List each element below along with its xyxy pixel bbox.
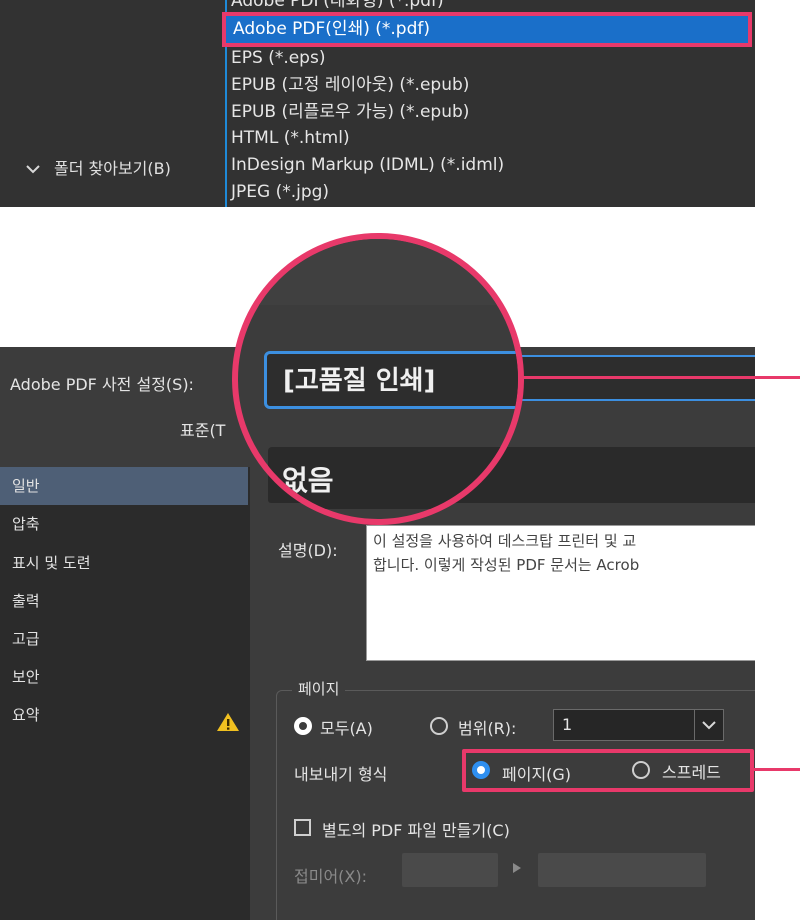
file-type-selected-label: Adobe PDF(인쇄) (*.pdf) (233, 19, 430, 39)
description-label: 설명(D): (278, 541, 338, 560)
suffix-field (402, 853, 498, 887)
description-line-2: 합니다. 이렇게 작성된 PDF 문서는 Acrob (373, 556, 640, 574)
settings-sidebar: 일반 압축 표시 및 도련 출력 고급 보안 요약 (0, 467, 250, 920)
radio-page-range[interactable] (430, 717, 448, 735)
all-pages-label: 모두(A) (320, 719, 373, 738)
description-line-1: 이 설정을 사용하여 데스크탑 프린터 및 교 (373, 532, 637, 550)
sidebar-item-summary[interactable]: 요약 (0, 696, 248, 734)
page-range-value: 1 (562, 715, 573, 734)
suffix-value-field (538, 853, 706, 887)
chevron-down-icon (702, 721, 716, 730)
file-type-item-html[interactable]: HTML (*.html) (231, 125, 350, 152)
sidebar-item-advanced[interactable]: 고급 (0, 620, 248, 658)
sidebar-item-general[interactable]: 일반 (0, 467, 248, 505)
separate-pdf-label: 별도의 PDF 파일 만들기(C) (322, 821, 510, 840)
page-range-label: 범위(R): (458, 719, 517, 738)
sidebar-item-output[interactable]: 출력 (0, 582, 248, 620)
radio-all-pages[interactable] (294, 717, 312, 735)
magnifier-circle: [고품질 인쇄] 없음 (232, 233, 524, 525)
sidebar-item-compression[interactable]: 압축 (0, 505, 248, 543)
page-range-dropdown-button[interactable] (694, 709, 724, 741)
magnified-standard-dropdown: 없음 (268, 447, 518, 509)
file-type-panel: Adobe PDF(대화형) (*.pdf) Adobe PDF(인쇄) (*.… (0, 0, 755, 207)
chevron-down-icon (26, 159, 42, 178)
export-format-label: 내보내기 형식 (294, 765, 388, 784)
file-type-item-idml[interactable]: InDesign Markup (IDML) (*.idml) (231, 152, 504, 179)
standard-label: 표준(T (180, 421, 226, 440)
preset-label: Adobe PDF 사전 설정(S): (10, 375, 194, 394)
browse-folders-label: 폴더 찾아보기(B) (54, 159, 171, 178)
file-type-item-epub-fixed[interactable]: EPUB (고정 레이아웃) (*.epub) (231, 72, 469, 99)
warning-icon (216, 708, 240, 746)
callout-line-preset (520, 376, 800, 379)
magnified-preset-dropdown: [고품질 인쇄] (264, 351, 518, 409)
format-pages-label: 페이지(G) (502, 765, 572, 784)
description-textarea[interactable]: 이 설정을 사용하여 데스크탑 프린터 및 교 합니다. 이렇게 작성된 PDF… (366, 525, 755, 661)
sidebar-item-marks-bleeds[interactable]: 표시 및 도련 (0, 544, 248, 582)
sidebar-item-security[interactable]: 보안 (0, 658, 248, 696)
play-arrow-icon (512, 859, 522, 878)
radio-format-pages[interactable] (472, 761, 490, 779)
magnifier-top-area (238, 239, 518, 305)
page-range-input[interactable]: 1 (553, 709, 695, 741)
magnified-preset-value: [고품질 인쇄] (283, 366, 436, 396)
file-type-item-pdf-print-selected[interactable]: Adobe PDF(인쇄) (*.pdf) (222, 12, 752, 47)
file-type-item-jpeg[interactable]: JPEG (*.jpg) (231, 179, 329, 206)
suffix-label: 접미어(X): (294, 867, 367, 886)
separate-pdf-checkbox[interactable] (294, 819, 311, 836)
radio-format-spreads[interactable] (632, 761, 650, 779)
sidebar-item-summary-label: 요약 (12, 706, 40, 724)
file-type-item-epub-reflow[interactable]: EPUB (리플로우 가능) (*.epub) (231, 99, 469, 126)
browse-folders-toggle[interactable]: 폴더 찾아보기(B) (26, 155, 171, 179)
magnified-standard-value: 없음 (282, 464, 334, 497)
pages-group-title: 페이지 (292, 678, 346, 699)
callout-line-format (754, 768, 800, 771)
format-spreads-label: 스프레드 (662, 763, 721, 782)
file-type-item-eps[interactable]: EPS (*.eps) (231, 45, 325, 72)
